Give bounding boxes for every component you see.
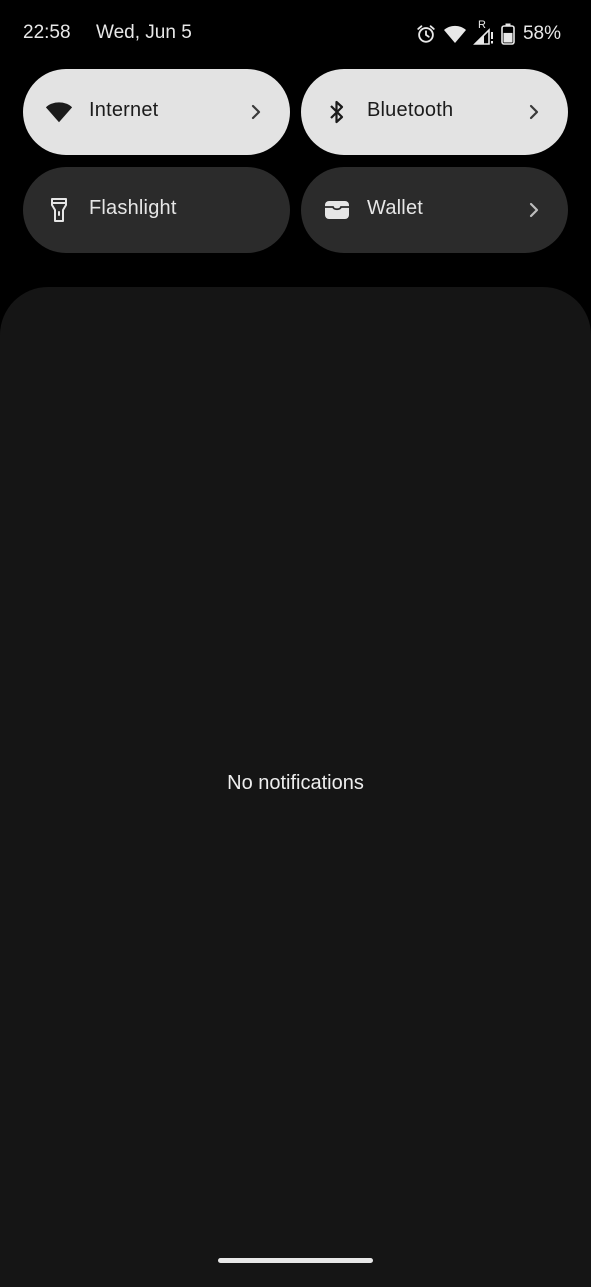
roaming-mark: R — [477, 19, 486, 31]
home-indicator[interactable] — [218, 1258, 373, 1263]
battery-percent: 58% — [522, 23, 561, 44]
flashlight-icon — [45, 196, 73, 224]
chevron-right-icon[interactable] — [244, 100, 268, 124]
tile-label: Flashlight — [89, 197, 177, 219]
status-time: 22:58 — [23, 22, 71, 43]
tile-wallet[interactable]: Wallet — [301, 167, 568, 253]
tile-label: Bluetooth — [367, 99, 454, 121]
status-bar: 22:58 Wed, Jun 5 R 58% — [0, 0, 591, 68]
tile-bluetooth[interactable]: Bluetooth — [301, 69, 568, 155]
status-icons: R 58% — [415, 19, 561, 48]
chevron-right-icon[interactable] — [522, 198, 546, 222]
wifi-icon — [45, 98, 73, 126]
tile-internet[interactable]: Internet — [23, 69, 290, 155]
cell-signal-roaming-icon: R — [473, 19, 495, 46]
no-notifications-text: No notifications — [227, 772, 364, 794]
bluetooth-icon — [323, 98, 351, 126]
tile-label: Wallet — [367, 197, 424, 219]
wallet-icon — [323, 196, 351, 224]
wifi-icon — [443, 23, 467, 45]
tile-flashlight[interactable]: Flashlight — [23, 167, 290, 253]
chevron-right-icon[interactable] — [522, 100, 546, 124]
battery-icon — [501, 23, 515, 45]
alarm-icon — [415, 23, 437, 45]
tile-label: Internet — [89, 99, 159, 121]
status-date: Wed, Jun 5 — [96, 22, 192, 43]
